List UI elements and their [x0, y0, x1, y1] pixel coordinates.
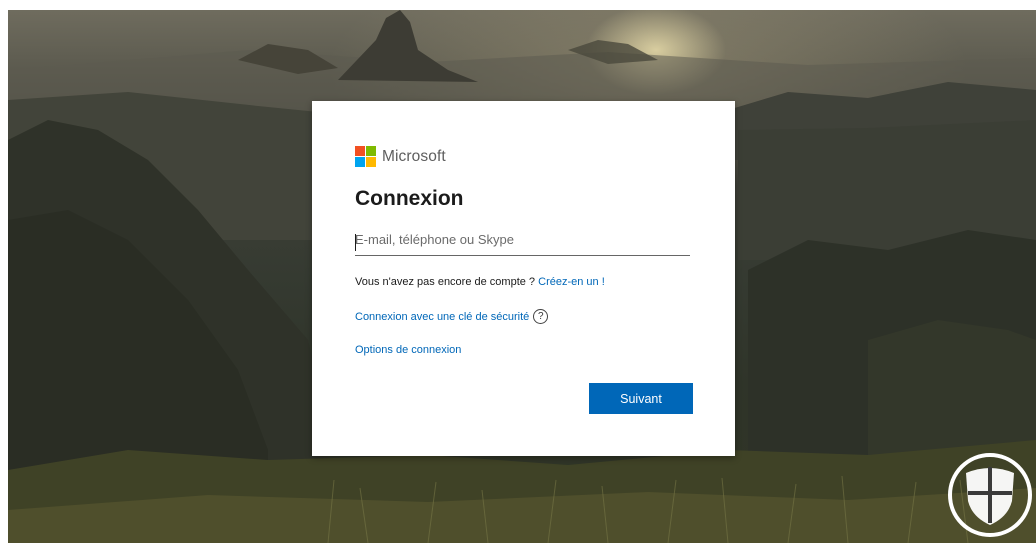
- microsoft-logo-icon: [355, 146, 376, 167]
- text-caret: [355, 234, 356, 251]
- signin-dialog: Microsoft Connexion Vous n'avez pas enco…: [312, 101, 735, 456]
- page-title: Connexion: [355, 187, 464, 210]
- brand-name: Microsoft: [382, 147, 446, 165]
- signin-options-row: Options de connexion: [355, 344, 461, 356]
- no-account-row: Vous n'avez pas encore de compte ? Créez…: [355, 276, 605, 288]
- create-account-link[interactable]: Créez-en un !: [538, 276, 605, 288]
- security-key-row: Connexion avec une clé de sécurité ?: [355, 309, 549, 324]
- security-key-link[interactable]: Connexion avec une clé de sécurité: [355, 311, 529, 323]
- help-icon[interactable]: ?: [533, 309, 549, 324]
- no-account-text: Vous n'avez pas encore de compte ?: [355, 276, 536, 288]
- microsoft-logo: Microsoft: [355, 146, 446, 167]
- signin-options-link[interactable]: Options de connexion: [355, 344, 461, 356]
- next-button[interactable]: Suivant: [589, 383, 693, 414]
- windows-shield-icon: [948, 453, 1032, 537]
- email-field[interactable]: [355, 228, 690, 256]
